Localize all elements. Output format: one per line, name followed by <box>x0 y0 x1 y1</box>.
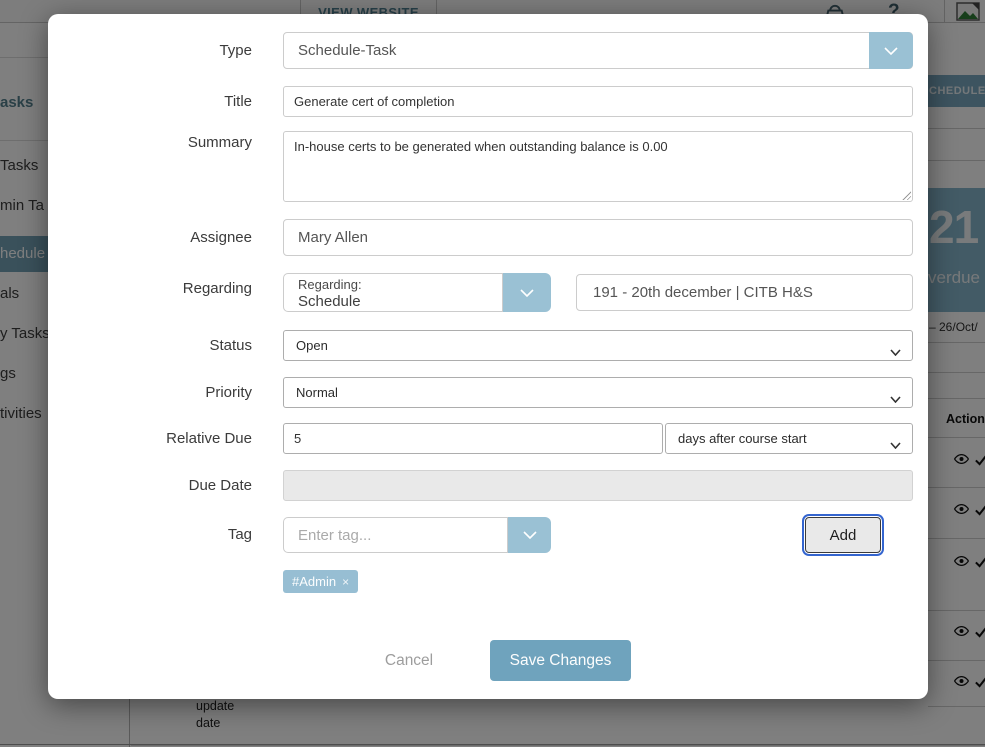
regarding-type-value: Regarding: Schedule <box>283 273 503 312</box>
due-date-row: Due Date <box>48 470 928 501</box>
priority-row: Priority Normal <box>48 377 928 408</box>
due-date-input-disabled <box>283 470 913 501</box>
relative-due-unit-value: days after course start <box>666 424 912 453</box>
tag-chip-admin[interactable]: #Admin × <box>283 570 358 593</box>
assignee-row: Assignee <box>48 219 928 256</box>
chevron-down-icon <box>890 343 901 361</box>
title-row: Title <box>48 86 928 117</box>
regarding-reference-field[interactable]: 191 - 20th december | CITB H&S <box>576 274 913 311</box>
chevron-down-icon <box>884 47 898 55</box>
cancel-button[interactable]: Cancel <box>366 640 452 681</box>
tag-chip-text: #Admin <box>292 574 336 589</box>
relative-due-label: Relative Due <box>48 423 252 454</box>
tag-label: Tag <box>48 517 252 553</box>
tag-row: Tag Add <box>48 517 928 553</box>
type-row: Type Schedule-Task <box>48 32 928 69</box>
regarding-selected: Schedule <box>298 293 502 310</box>
add-tag-button[interactable]: Add <box>805 517 881 553</box>
type-label: Type <box>48 32 252 69</box>
relative-due-unit-select[interactable]: days after course start <box>665 423 913 454</box>
regarding-prefix: Regarding: <box>298 277 502 293</box>
chevron-down-icon <box>890 436 901 454</box>
due-date-label: Due Date <box>48 470 252 501</box>
status-value: Open <box>284 331 912 360</box>
relative-due-input[interactable] <box>283 423 663 454</box>
priority-select[interactable]: Normal <box>283 377 913 408</box>
title-label: Title <box>48 86 252 117</box>
relative-due-row: Relative Due days after course start <box>48 423 928 454</box>
regarding-dropdown-button[interactable] <box>503 273 551 312</box>
regarding-label: Regarding <box>48 273 252 305</box>
status-label: Status <box>48 330 252 361</box>
chevron-down-icon <box>520 289 534 297</box>
type-dropdown-button[interactable] <box>869 32 913 69</box>
priority-value: Normal <box>284 378 912 407</box>
summary-row: Summary In-house certs to be generated w… <box>48 131 928 202</box>
type-value: Schedule-Task <box>284 33 912 68</box>
summary-label: Summary <box>48 131 252 155</box>
screen: VIEW WEBSITE ? asks Tasks min Ta hedule … <box>0 0 985 747</box>
assignee-input[interactable] <box>283 219 913 256</box>
priority-label: Priority <box>48 377 252 408</box>
edit-task-modal: Type Schedule-Task Title Summary In-hous… <box>48 14 928 699</box>
tag-dropdown-button[interactable] <box>508 517 551 553</box>
remove-tag-icon[interactable]: × <box>342 575 349 589</box>
assignee-label: Assignee <box>48 219 252 256</box>
status-select[interactable]: Open <box>283 330 913 361</box>
status-row: Status Open <box>48 330 928 361</box>
tag-combobox <box>283 517 551 553</box>
save-changes-button[interactable]: Save Changes <box>490 640 631 681</box>
chevron-down-icon <box>890 390 901 408</box>
regarding-reference-value: 191 - 20th december | CITB H&S <box>577 275 912 310</box>
type-combobox[interactable]: Schedule-Task <box>283 32 913 69</box>
tag-input[interactable] <box>283 517 508 553</box>
title-input[interactable] <box>283 86 913 117</box>
summary-textarea[interactable]: In-house certs to be generated when outs… <box>283 131 913 202</box>
chevron-down-icon <box>523 531 537 539</box>
regarding-row: Regarding Regarding: Schedule 191 - 20th… <box>48 273 928 312</box>
regarding-type-combobox[interactable]: Regarding: Schedule <box>283 273 551 312</box>
